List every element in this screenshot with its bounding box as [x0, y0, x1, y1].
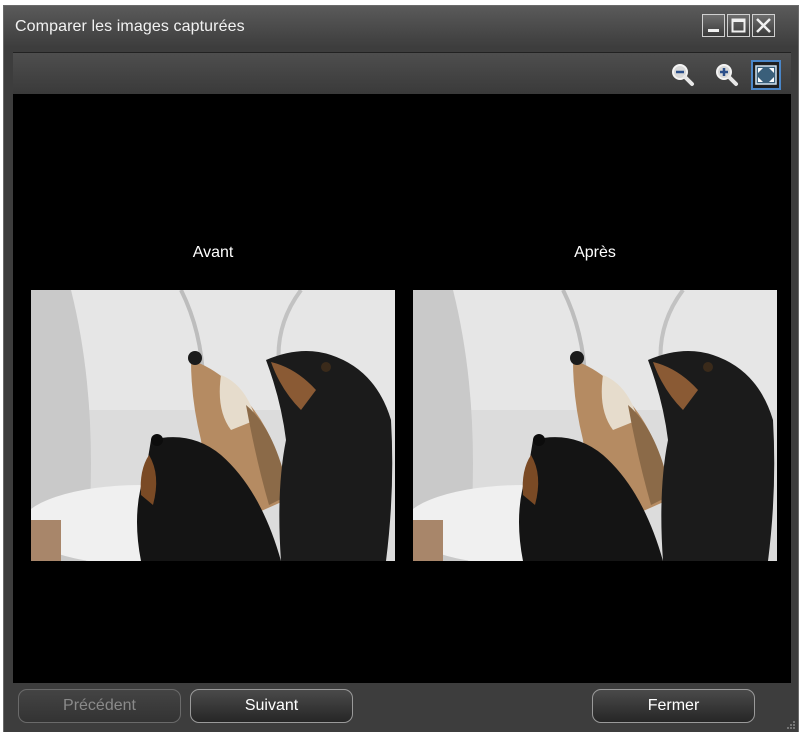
zoom-in-button[interactable] — [712, 60, 742, 90]
minimize-icon — [708, 29, 719, 32]
next-button[interactable]: Suivant — [190, 689, 353, 723]
fit-to-window-icon — [755, 65, 777, 85]
resize-grip-icon[interactable] — [786, 720, 796, 730]
close-icon — [756, 18, 771, 33]
maximize-button[interactable] — [727, 14, 750, 37]
compare-images-window: Comparer les images capturées Avant Aprè… — [3, 5, 799, 732]
footer-bar: Précédent Suivant Fermer — [4, 684, 798, 732]
previous-button[interactable]: Précédent — [18, 689, 181, 723]
before-image — [31, 290, 395, 561]
zoom-out-button[interactable] — [668, 60, 698, 90]
after-label: Après — [574, 244, 616, 261]
title-bar[interactable]: Comparer les images capturées — [4, 6, 798, 46]
fit-to-window-button[interactable] — [751, 60, 781, 90]
toolbar — [13, 52, 791, 94]
window-title: Comparer les images capturées — [15, 18, 245, 35]
close-button[interactable]: Fermer — [592, 689, 755, 723]
close-window-button[interactable] — [752, 14, 775, 37]
after-image — [413, 290, 777, 561]
maximize-icon — [731, 18, 746, 33]
comparison-area: Avant Après — [13, 94, 791, 683]
zoom-out-icon — [672, 64, 694, 86]
zoom-in-icon — [716, 64, 738, 86]
minimize-button[interactable] — [702, 14, 725, 37]
before-label: Avant — [192, 244, 234, 261]
